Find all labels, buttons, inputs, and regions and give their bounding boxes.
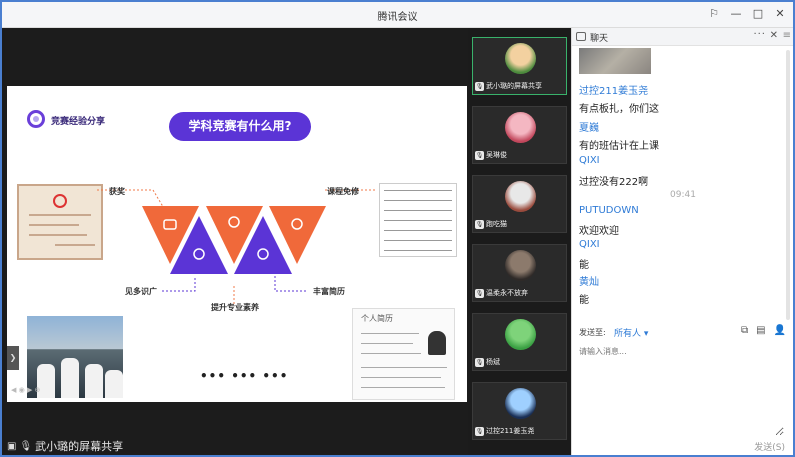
chat-timestamp: 09:41 (670, 190, 696, 200)
avatar (505, 250, 536, 281)
screenshot-icon[interactable]: ⧉ (741, 325, 748, 336)
microphone-icon[interactable]: 🎙 (475, 357, 484, 367)
participant-tile[interactable]: 🎙 吴琳俊 (472, 106, 567, 164)
chat-image-message[interactable] (579, 48, 651, 74)
participant-name: 🎙 武小璐的屏幕共享 (475, 81, 542, 91)
minimize-button[interactable]: — (729, 6, 743, 22)
chat-header: 聊天 ··· ✕ ≡ (572, 28, 793, 46)
label-course-exempt: 课程免修 (327, 187, 359, 196)
chat-message: 有的班估计在上课 (579, 141, 659, 152)
send-to-select[interactable]: 所有人 ▾ (614, 326, 648, 339)
microphone-icon[interactable]: 🎙 (475, 288, 484, 298)
more-options-icon[interactable]: ··· (753, 29, 766, 40)
participant-tile[interactable]: 🎙 跑吃猫 (472, 175, 567, 233)
window-controls: ⚐ — □ ✕ (707, 6, 787, 22)
avatar (505, 319, 536, 350)
participant-name: 🎙 跑吃猫 (475, 219, 507, 229)
presentation-slide: 竞赛经验分享 学科竞赛有什么用? 个人简历 获奖 课程免修 见多识广 丰富简历 … (7, 86, 467, 402)
chat-icon (576, 32, 586, 41)
side-panel-handle[interactable]: ❯ (7, 346, 19, 370)
label-professional-quality: 提升专业素养 (211, 303, 259, 312)
microphone-icon[interactable]: 🎙 (475, 150, 484, 160)
slide-dots: ••• ••• ••• (200, 369, 289, 383)
chat-input[interactable] (579, 346, 784, 436)
participant-name-text: 跑吃猫 (486, 220, 507, 228)
label-broad-vision: 见多识广 (125, 287, 157, 296)
chat-scrollbar[interactable] (786, 50, 790, 320)
file-icon[interactable]: ▤ (756, 325, 765, 336)
participant-tile[interactable]: 🎙 武小璐的屏幕共享 (472, 37, 567, 95)
participant-name-text: 过控211姜玉尧 (486, 427, 535, 435)
window-title: 腾讯会议 (377, 12, 418, 23)
chat-title: 聊天 (590, 34, 609, 44)
chat-sender: PUTUDOWN (579, 205, 639, 216)
participant-name-text: 温柔永不放弃 (486, 289, 528, 297)
participant-name-text: 武小璐的屏幕共享 (486, 82, 542, 90)
participant-list: 🎙 武小璐的屏幕共享 🎙 吴琳俊 🎙 跑吃猫 🎙 温柔永不放弃 🎙 杨斌 🎙 过控211姜玉尧 (468, 28, 571, 455)
chat-message: 能 (579, 295, 589, 306)
chat-message: 有点板扎，你们这 (579, 104, 659, 115)
avatar (505, 181, 536, 212)
chat-message: 欢迎欢迎 (579, 226, 619, 237)
send-button[interactable]: 发送(S) (754, 440, 785, 453)
microphone-icon[interactable]: 🎙 (475, 426, 484, 436)
meeting-window: 腾讯会议 ⚐ — □ ✕ 竞赛经验分享 学科竞赛有什么用? 个人简历 获奖 课程… (0, 0, 795, 457)
chat-sender: 过控211姜玉尧 (579, 86, 649, 97)
label-rich-resume: 丰富简历 (313, 287, 345, 296)
participant-name-text: 吴琳俊 (486, 151, 507, 159)
microphone-icon: 🎙 (19, 440, 33, 452)
participant-name: 🎙 杨斌 (475, 357, 500, 367)
participant-name: 🎙 温柔永不放弃 (475, 288, 528, 298)
participant-name-text: 杨斌 (486, 358, 500, 366)
avatar (505, 388, 536, 419)
participant-name: 🎙 过控211姜玉尧 (475, 426, 534, 436)
chat-close-icon[interactable]: ✕ (770, 30, 778, 41)
participant-tile[interactable]: 🎙 过控211姜玉尧 (472, 382, 567, 440)
chat-message: 能 (579, 260, 589, 271)
participant-name: 🎙 吴琳俊 (475, 150, 507, 160)
chat-menu-icon[interactable]: ≡ (783, 30, 791, 41)
avatar (505, 112, 536, 143)
chat-tools: ⧉ ▤ 👤 (741, 325, 786, 336)
participant-tile[interactable]: 🎙 杨斌 (472, 313, 567, 371)
slide-nav-controls[interactable]: ◀ ◉ ▶ ⊕ (11, 386, 40, 394)
maximize-button[interactable]: □ (751, 6, 765, 22)
pin-icon[interactable]: ⚐ (707, 6, 721, 22)
user-icon[interactable]: 👤 (774, 325, 786, 336)
microphone-icon[interactable]: 🎙 (475, 81, 484, 91)
chat-panel: 聊天 ··· ✕ ≡ 过控211姜玉尧 有点板扎，你们这 夏巍 有的班估计在上课… (571, 28, 793, 455)
microphone-icon[interactable]: 🎙 (475, 219, 484, 229)
chat-sender: 夏巍 (579, 123, 599, 134)
shared-screen[interactable]: 竞赛经验分享 学科竞赛有什么用? 个人简历 获奖 课程免修 见多识广 丰富简历 … (5, 28, 468, 455)
label-award: 获奖 (109, 187, 125, 196)
chat-sender: QIXI (579, 239, 600, 250)
triangle-diagram (97, 189, 377, 304)
send-to-bar: 发送至: 所有人 ▾ ⧉ ▤ 👤 (572, 324, 793, 342)
participant-tile[interactable]: 🎙 温柔永不放弃 (472, 244, 567, 302)
screen-share-icon: ▣ (7, 440, 17, 452)
close-button[interactable]: ✕ (773, 6, 787, 22)
send-to-label: 发送至: (579, 328, 606, 337)
chat-sender: 黄灿 (579, 277, 599, 288)
title-bar: 腾讯会议 ⚐ — □ ✕ (2, 2, 793, 28)
chat-message: 过控没有222啊 (579, 177, 649, 188)
avatar (505, 43, 536, 74)
chat-sender: QIXI (579, 155, 600, 166)
screen-share-label: ▣ 🎙 武小璐的屏幕共享 (7, 440, 124, 453)
